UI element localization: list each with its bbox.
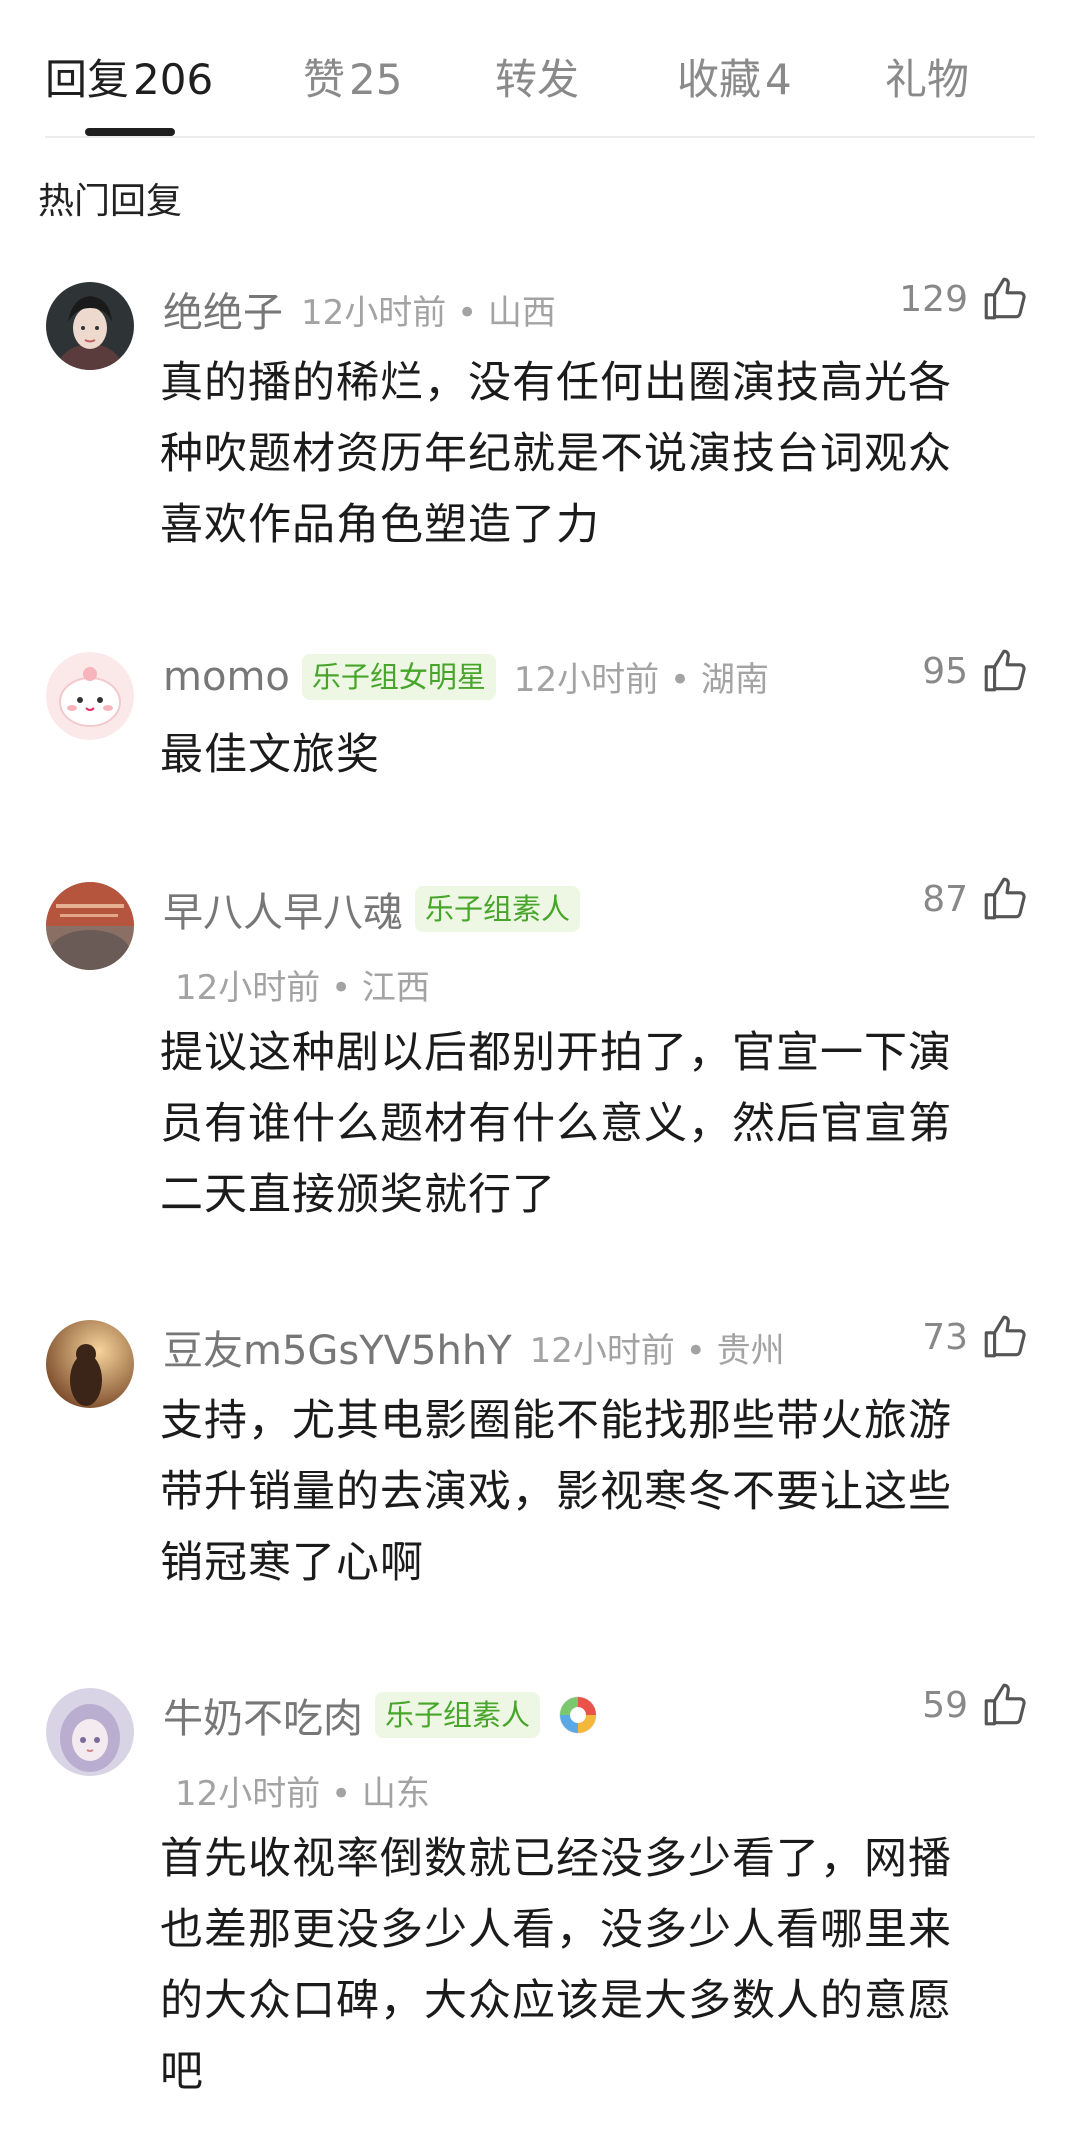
comment-line: 喜欢作品角色塑造了力	[160, 500, 600, 550]
avatar[interactable]	[46, 1688, 134, 1776]
comment-meta: 牛奶不吃肉 乐子组素人	[163, 1686, 598, 1744]
comment-text: 提议这种剧以后都别开拍了，官宣一下演 员有谁什么题材有什么意义，然后官宣第 二天…	[160, 1018, 1030, 1231]
username[interactable]: 豆友m5GsYV5hhY	[163, 1318, 512, 1376]
section-title: 热门回复	[38, 181, 183, 222]
medal-icon	[558, 1695, 598, 1735]
reply-tabs: 回复206 赞25 转发 收藏4 礼物	[45, 30, 1035, 138]
comment-line: 也差那更没多少人看，没多少人看哪里来	[160, 1905, 952, 1955]
tab-divider	[45, 136, 1035, 138]
comment-line: 吧	[160, 2047, 204, 2097]
comment-text: 最佳文旅奖	[160, 720, 1030, 791]
tab-count: 4	[765, 55, 792, 104]
tab-count: 25	[349, 55, 403, 104]
tab-reposts[interactable]: 转发	[495, 46, 579, 107]
timestamp-location: 12小时前 • 湖南	[513, 660, 769, 700]
like-control[interactable]: 87	[922, 874, 1030, 924]
comment-meta: 绝绝子 12小时前 • 山西	[163, 280, 556, 338]
thumbs-up-icon[interactable]	[980, 274, 1030, 324]
comment-line: 提议这种剧以后都别开拍了，官宣一下演	[160, 1028, 952, 1078]
timestamp-location: 12小时前 • 山东	[175, 1774, 430, 1814]
like-control[interactable]: 59	[922, 1680, 1030, 1730]
comment-text: 支持，尤其电影圈能不能找那些带火旅游 带升销量的去演戏，影视寒冬不要让这些 销冠…	[160, 1386, 1030, 1599]
tab-label: 回复	[45, 55, 130, 104]
comment-line: 首先收视率倒数就已经没多少看了，网播	[160, 1834, 952, 1884]
user-badge: 乐子组女明星	[301, 653, 496, 700]
tab-gifts[interactable]: 礼物	[885, 46, 969, 107]
comment-meta: 豆友m5GsYV5hhY 12小时前 • 贵州	[163, 1318, 785, 1376]
timestamp-location: 12小时前 • 山西	[301, 292, 556, 333]
username[interactable]: momo	[163, 654, 290, 700]
avatar[interactable]	[46, 652, 134, 740]
comment-meta: momo 乐子组女明星 12小时前 • 湖南	[163, 652, 769, 701]
tab-favorites[interactable]: 收藏4	[677, 46, 792, 107]
avatar[interactable]	[46, 282, 134, 370]
tab-likes[interactable]: 赞25	[303, 46, 402, 107]
username[interactable]: 牛奶不吃肉	[163, 1686, 363, 1744]
like-count: 87	[922, 878, 968, 920]
user-badge: 乐子组素人	[415, 886, 581, 932]
avatar[interactable]	[46, 1320, 134, 1408]
like-control[interactable]: 95	[922, 646, 1030, 696]
tab-label: 赞	[303, 55, 346, 104]
thumbs-up-icon[interactable]	[980, 874, 1030, 924]
like-count: 95	[922, 650, 968, 692]
comment-line: 员有谁什么题材有什么意义，然后官宣第	[160, 1099, 952, 1149]
like-count: 129	[899, 278, 968, 320]
comment-text: 首先收视率倒数就已经没多少看了，网播 也差那更没多少人看，没多少人看哪里来 的大…	[160, 1824, 1030, 2108]
comment-line: 带升销量的去演戏，影视寒冬不要让这些	[160, 1467, 952, 1517]
comment-line: 真的播的稀烂，没有任何出圈演技高光各	[160, 358, 952, 408]
username[interactable]: 早八人早八魂	[163, 880, 403, 938]
thumbs-up-icon[interactable]	[980, 1312, 1030, 1362]
like-count: 59	[922, 1684, 968, 1726]
tab-label: 收藏	[677, 55, 762, 104]
tab-label: 转发	[495, 55, 580, 104]
timestamp-location: 12小时前 • 江西	[175, 968, 430, 1008]
like-control[interactable]: 73	[922, 1312, 1030, 1362]
comment-line: 最佳文旅奖	[160, 730, 380, 780]
username[interactable]: 绝绝子	[163, 280, 283, 338]
timestamp-location: 12小时前 • 贵州	[529, 1330, 785, 1371]
like-control[interactable]: 129	[899, 274, 1030, 324]
comment-meta: 早八人早八魂 乐子组素人	[163, 880, 581, 938]
tab-replies[interactable]: 回复206	[45, 46, 213, 107]
comment-line: 支持，尤其电影圈能不能找那些带火旅游	[160, 1396, 952, 1446]
comment-text: 真的播的稀烂，没有任何出圈演技高光各 种吹题材资历年纪就是不说演技台词观众 喜欢…	[160, 348, 1030, 561]
comment-line: 种吹题材资历年纪就是不说演技台词观众	[160, 429, 952, 479]
user-badge: 乐子组素人	[375, 1692, 541, 1738]
comment-line: 销冠寒了心啊	[160, 1538, 424, 1588]
thumbs-up-icon[interactable]	[980, 1680, 1030, 1730]
comment-line: 二天直接颁奖就行了	[160, 1170, 556, 1220]
comment-line: 的大众口碑，大众应该是大多数人的意愿	[160, 1976, 952, 2026]
like-count: 73	[922, 1316, 968, 1358]
avatar[interactable]	[46, 882, 134, 970]
thumbs-up-icon[interactable]	[980, 646, 1030, 696]
active-tab-indicator	[85, 128, 175, 136]
tab-count: 206	[133, 55, 214, 104]
tab-label: 礼物	[885, 55, 970, 104]
